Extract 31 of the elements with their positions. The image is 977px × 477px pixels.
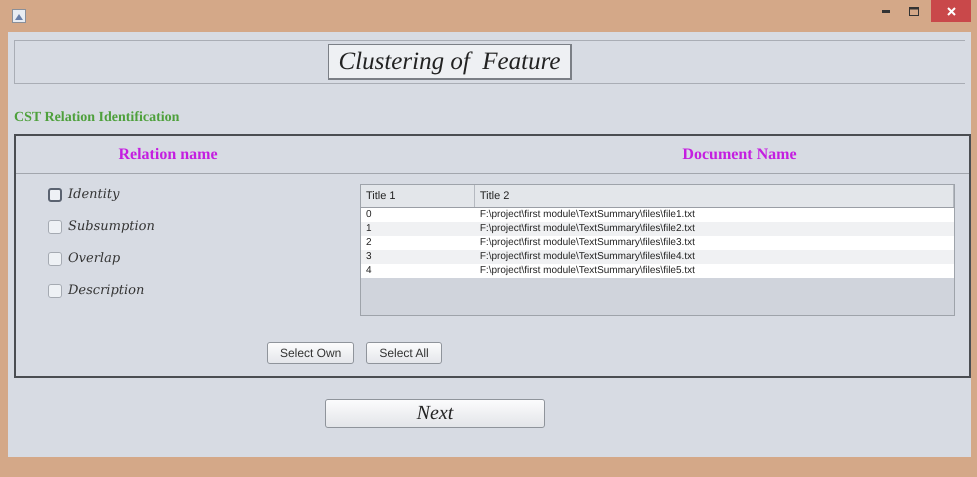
next-button[interactable]: Next bbox=[325, 399, 545, 428]
table-cell-text: F:\project\first module\TextSummary\files\file3.txt bbox=[478, 236, 696, 250]
select-button[interactable]: Select Own bbox=[267, 342, 354, 364]
column-heading: Document Name bbox=[682, 146, 797, 164]
table-cell-text: 2 bbox=[365, 236, 373, 250]
minimize-icon[interactable] bbox=[882, 10, 890, 12]
checkbox[interactable] bbox=[48, 252, 62, 266]
checkbox[interactable] bbox=[48, 188, 62, 202]
table-cell-text: F:\project\first module\TextSummary\files\file1.txt bbox=[478, 208, 696, 222]
checkbox[interactable] bbox=[48, 284, 62, 298]
column-header[interactable]: Title 1 bbox=[361, 185, 475, 207]
table-cell-text: F:\project\first module\TextSummary\files\file4.txt bbox=[478, 250, 696, 264]
checkbox-label: Overlap bbox=[68, 251, 120, 266]
close-icon[interactable] bbox=[946, 6, 956, 16]
checkbox-label: Identity bbox=[68, 187, 120, 202]
maximize-icon[interactable] bbox=[909, 6, 919, 16]
table-cell-text: F:\project\first module\TextSummary\files\file5.txt bbox=[478, 264, 696, 278]
section-label: CST Relation Identification bbox=[14, 110, 180, 126]
table-cell-text: 1 bbox=[365, 222, 373, 236]
table-cell-text: 0 bbox=[365, 208, 373, 222]
column-heading: Relation name bbox=[118, 146, 218, 164]
table-cell-text: 4 bbox=[365, 264, 373, 278]
checkbox-label: Description bbox=[68, 283, 144, 298]
page-title: Clustering of Feature bbox=[328, 44, 572, 80]
column-header[interactable]: Title 2 bbox=[474, 185, 954, 207]
checkbox-label: Subsumption bbox=[68, 219, 155, 234]
table-cell-text: 3 bbox=[365, 250, 373, 264]
app-icon bbox=[12, 9, 26, 23]
table-cell-text: F:\project\first module\TextSummary\files\file2.txt bbox=[478, 222, 696, 236]
select-button[interactable]: Select All bbox=[366, 342, 442, 364]
checkbox[interactable] bbox=[48, 220, 62, 234]
